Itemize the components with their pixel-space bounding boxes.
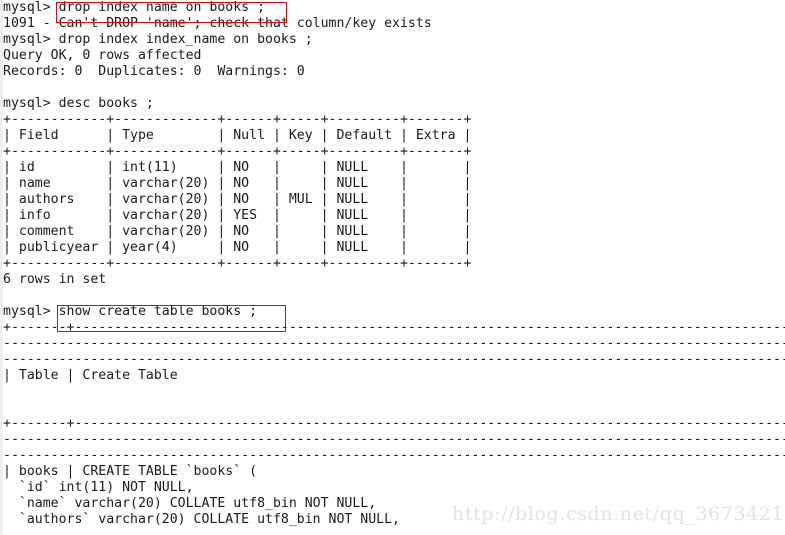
console-line: mysql> drop index index_name on books ; (3, 32, 313, 47)
console-line: Records: 0 Duplicates: 0 Warnings: 0 (3, 64, 305, 79)
console-line: 6 rows in set (3, 272, 107, 287)
console-line: +-------+-------------------------------… (3, 416, 785, 431)
console-line: ----------------------------------------… (3, 448, 785, 463)
console-line: | Table | Create Table (3, 368, 178, 383)
console-line: | publicyear | year(4) | NO | | NULL | | (3, 240, 472, 255)
console-line: +------------+-------------+------+-----… (3, 144, 472, 159)
console-line: ----------------------------------------… (3, 432, 785, 447)
console-line: | books | CREATE TABLE `books` ( (3, 464, 258, 479)
console-line: | Field | Type | Null | Key | Default | … (3, 128, 472, 143)
console-line: | comment | varchar(20) | NO | | NULL | … (3, 224, 472, 239)
console-output[interactable]: mysql> drop index name on books ; 1091 -… (3, 0, 785, 528)
console-line: Query OK, 0 rows affected (3, 48, 202, 63)
console-line: +------------+-------------+------+-----… (3, 256, 472, 271)
console-line: | info | varchar(20) | YES | | NULL | | (3, 208, 472, 223)
console-line: ----------------------------------------… (3, 336, 785, 351)
console-line: mysql> drop index name on books ; (3, 0, 266, 15)
console-line: ----------------------------------------… (3, 352, 785, 367)
console-line: | name | varchar(20) | NO | | NULL | | (3, 176, 472, 191)
console-line: +------------+-------------+------+-----… (3, 112, 472, 127)
console-line: mysql> show create table books ; (3, 304, 258, 319)
console-line: `id` int(11) NOT NULL, (3, 480, 194, 495)
console-line: +-------+-------------------------------… (3, 320, 785, 335)
terminal-window: mysql> drop index name on books ; 1091 -… (0, 0, 785, 535)
console-line: 1091 - Can't DROP 'name'; check that col… (3, 16, 432, 31)
watermark-text: http://blog.csdn.net/qq_36734216 (452, 503, 785, 525)
console-line: mysql> desc books ; (3, 96, 154, 111)
console-line: | authors | varchar(20) | NO | MUL | NUL… (3, 192, 472, 207)
console-line: | id | int(11) | NO | | NULL | | (3, 160, 472, 175)
